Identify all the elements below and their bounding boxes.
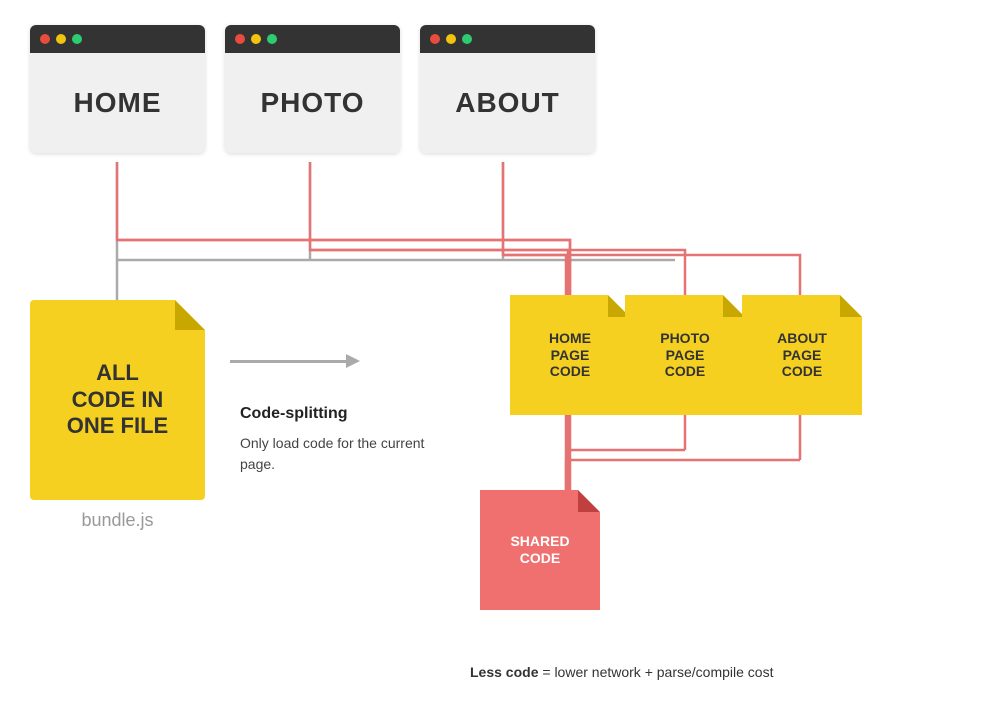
home-page-code-text: HOMEPAGECODE (549, 330, 591, 380)
photo-page-code-file: PHOTOPAGECODE (625, 295, 745, 415)
browser-home: HOME (30, 25, 205, 153)
browser-home-titlebar (30, 25, 205, 53)
browser-photo-label: PHOTO (260, 87, 364, 119)
arrow-section (230, 360, 350, 375)
home-page-code-file: HOMEPAGECODE (510, 295, 630, 415)
browser-about-label: ABOUT (455, 87, 560, 119)
browser-windows: HOME PHOTO ABOUT (30, 25, 595, 153)
shared-code-text: SHAREDCODE (510, 533, 569, 567)
browser-home-label: HOME (74, 87, 162, 119)
all-code-text: ALLCODE INONE FILE (67, 360, 168, 439)
about-page-code-file: ABOUTPAGECODE (742, 295, 862, 415)
about-page-code-wrapper: ABOUTPAGECODE (742, 295, 862, 415)
home-page-code-wrapper: HOMEPAGECODE (510, 295, 630, 415)
code-splitting-title: Code-splitting (240, 405, 450, 423)
photo-page-code-text: PHOTOPAGECODE (660, 330, 710, 380)
dot-yellow-home (56, 34, 66, 44)
bottom-note: Less code = lower network + parse/compil… (470, 664, 773, 680)
browser-photo: PHOTO (225, 25, 400, 153)
shared-code-file: SHAREDCODE (480, 490, 600, 610)
browser-photo-titlebar (225, 25, 400, 53)
dot-red-about (430, 34, 440, 44)
diagram-container: HOME PHOTO ABOUT (0, 0, 995, 715)
bundle-label: bundle.js (30, 510, 205, 531)
dot-green-photo (267, 34, 277, 44)
shared-code-wrapper: SHAREDCODE (480, 490, 600, 610)
browser-about-content: ABOUT (420, 53, 595, 153)
all-code-section: ALLCODE INONE FILE bundle.js (30, 300, 205, 531)
text-block: Code-splitting Only load code for the cu… (240, 405, 450, 475)
dot-red-photo (235, 34, 245, 44)
dot-green-home (72, 34, 82, 44)
dot-yellow-about (446, 34, 456, 44)
bottom-note-suffix: = lower network + parse/compile cost (538, 664, 773, 680)
all-code-file-shape: ALLCODE INONE FILE (30, 300, 205, 500)
bottom-note-bold: Less code (470, 664, 538, 680)
browser-about: ABOUT (420, 25, 595, 153)
browser-home-content: HOME (30, 53, 205, 153)
code-splitting-description: Only load code for the current page. (240, 433, 450, 475)
dot-red-home (40, 34, 50, 44)
browser-about-titlebar (420, 25, 595, 53)
dot-green-about (462, 34, 472, 44)
photo-page-code-wrapper: PHOTOPAGECODE (625, 295, 745, 415)
browser-photo-content: PHOTO (225, 53, 400, 153)
about-page-code-text: ABOUTPAGECODE (777, 330, 827, 380)
dot-yellow-photo (251, 34, 261, 44)
arrow-line (230, 360, 350, 363)
arrow-container (230, 360, 350, 363)
